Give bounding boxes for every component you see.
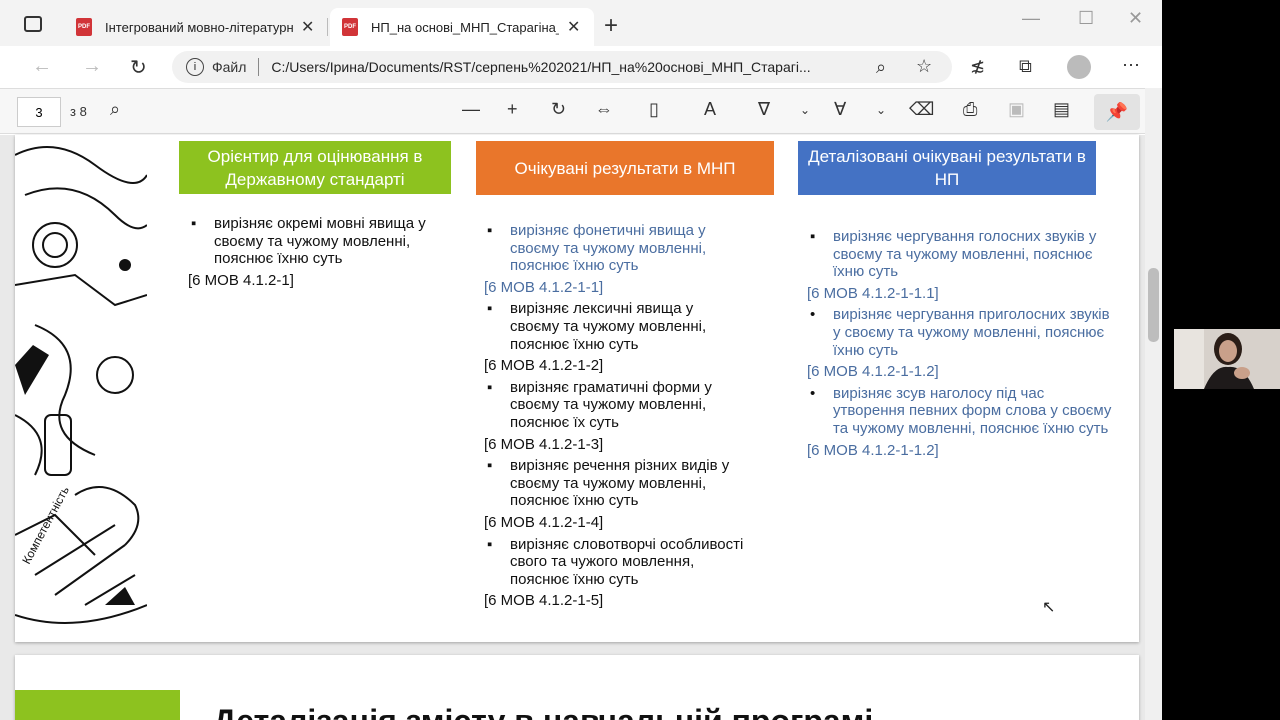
minimize-icon[interactable]: — [1022,8,1040,29]
bullet-icon: ▪ [487,378,493,396]
list-item: • вирізняє чергування приголосних звуків … [810,306,1110,359]
code-label: [6 МОВ 4.1.2-1-1] [484,278,604,296]
zoom-in-icon[interactable]: + [507,99,518,120]
search-icon[interactable]: ⌕ [110,99,120,120]
bullet-icon: ▪ [810,228,816,245]
url-text[interactable]: C:/Users/Ірина/Documents/RST/серпень%202… [271,59,861,75]
draw-icon[interactable]: ∇ [758,99,770,120]
close-icon[interactable]: ✕ [567,17,580,37]
back-icon[interactable]: ← [32,55,52,78]
code-label: [6 МОВ 4.1.2-1-1.1] [807,284,939,302]
address-bar: ← → ↻ i Файл C:/Users/Ірина/Documents/RS… [0,46,1162,88]
bullet-icon: • [810,306,816,324]
erase-icon[interactable]: ⌫ [909,99,934,120]
webcam-overlay [1174,329,1280,389]
list-item: ▪ вирізняє словотворчі особливості свого … [487,535,744,588]
list-item: ▪ вирізняє окремі мовні явища у своєму та… [191,215,426,268]
page2-title: Деталізація змісту в навчальній програмі [213,703,873,720]
save-icon[interactable]: ▣ [1008,99,1025,120]
bullet-icon: ▪ [487,222,493,239]
doodle-illustration: Компетентність [15,135,147,642]
bullet-icon: • [810,384,816,402]
maximize-icon[interactable]: ☐ [1078,8,1094,29]
webcam-image [1174,329,1280,389]
code-label: [6 МОВ 4.1.2-1-5] [484,592,604,610]
chevron-down-icon[interactable]: ⌄ [876,103,886,117]
header-standard: Орієнтир для оцінювання в Державному ста… [179,141,451,194]
favorites-icon[interactable]: ≴ [970,56,985,77]
close-icon[interactable]: ✕ [301,17,314,37]
header-np: Деталізовані очікувані результати в НП [798,141,1096,195]
chevron-down-icon[interactable]: ⌄ [800,103,810,117]
zoom-icon[interactable]: ⌕ [876,57,886,78]
save-as-icon[interactable]: ▤ [1053,99,1070,120]
info-icon[interactable]: i [186,58,204,76]
header-mnp: Очікувані результати в МНП [476,141,774,195]
code-label: [6 МОВ 4.1.2-1] [188,271,294,289]
scrollbar-thumb[interactable] [1148,268,1159,342]
tab-actions-icon[interactable] [24,16,42,32]
code-label: [6 МОВ 4.1.2-1-1.2] [807,363,939,381]
highlight-icon[interactable]: ∀ [834,99,846,120]
forward-icon[interactable]: → [82,55,102,78]
browser-window: PDF Інтегрований мовно-літературн… ✕ PDF… [0,0,1162,720]
column-mnp: ▪ вирізняє фонетичні явища у своєму та чу… [484,222,744,614]
tab-title: НП_на основі_МНП_Старагіна_… [371,19,559,35]
page-number-input[interactable]: 3 [17,97,61,127]
tab-bar: PDF Інтегрований мовно-літературн… ✕ PDF… [0,0,1162,46]
document-area: Компетентність Орієнтир для оцінювання в… [0,135,1162,720]
pdf-icon: PDF [342,18,358,36]
list-item: ▪ вирізняє граматичні форми у своєму та ч… [487,378,712,431]
list-item: ▪ вирізняє фонетичні явища у своєму та чу… [487,222,707,275]
code-label: [6 МОВ 4.1.2-1-1.2] [807,441,939,459]
avatar[interactable] [1067,55,1091,79]
pdf-icon: PDF [76,18,92,36]
page-view-icon[interactable]: ▯ [649,99,659,120]
bullet-icon: ▪ [191,215,197,232]
list-item: ▪ вирізняє лексичні явища у своєму та чуж… [487,300,707,353]
list-item: ▪ вирізняє речення різних видів у своєму … [487,457,730,510]
code-label: [6 МОВ 4.1.2-1-2] [484,357,604,375]
print-icon[interactable]: ⎙ [963,99,977,120]
file-label: Файл [212,59,247,75]
column-standard: ▪ вирізняє окремі мовні явища у своєму та… [188,215,458,293]
pdf-page-next: Деталізація змісту в навчальній програмі [15,655,1139,720]
tab-separator [327,18,328,36]
tab-title: Інтегрований мовно-літературн… [105,19,293,35]
bullet-icon: ▪ [487,457,493,475]
pdf-toolbar: 3 з 8 ⌕ — + ↻ ⇔ ▯ A ∇ ⌄ ∀ ⌄ ⌫ ⎙ ▣ ▤ 📌 [0,88,1162,134]
pdf-page: Компетентність Орієнтир для оцінювання в… [15,135,1139,642]
more-icon[interactable]: ⋯ [1122,55,1140,76]
collections-icon[interactable]: ⧉ [1019,56,1032,77]
column-np: ▪ вирізняє чергування голосних звуків у с… [807,228,1117,463]
rotate-icon[interactable]: ↻ [551,99,566,120]
mouse-cursor-icon: ↖ [1042,599,1056,616]
scrollbar[interactable] [1145,88,1162,720]
tab-2[interactable]: PDF НП_на основі_МНП_Старагіна_… ✕ [330,8,594,46]
green-bar [15,690,180,720]
omnibox[interactable]: i Файл C:/Users/Ірина/Documents/RST/серп… [172,51,952,83]
favorite-add-icon[interactable]: ☆ [916,56,932,77]
new-tab-button[interactable]: + [604,12,618,40]
page-total: з 8 [70,104,87,119]
read-aloud-icon[interactable]: A [704,99,716,120]
list-item: • вирізняє зсув наголосу під час утворенн… [810,384,1112,437]
refresh-icon[interactable]: ↻ [130,55,147,80]
list-item: ▪ вирізняє чергування голосних звуків у с… [810,228,1097,281]
divider [258,58,260,76]
code-label: [6 МОВ 4.1.2-1-3] [484,435,604,453]
bullet-icon: ▪ [487,300,493,318]
fit-width-icon[interactable]: ⇔ [595,99,613,120]
code-label: [6 МОВ 4.1.2-1-4] [484,513,604,531]
zoom-out-icon[interactable]: — [462,99,480,120]
pin-icon[interactable]: 📌 [1094,94,1140,130]
tab-1[interactable]: PDF Інтегрований мовно-літературн… ✕ [64,8,326,46]
bullet-icon: ▪ [487,535,493,553]
close-window-icon[interactable]: ✕ [1128,8,1143,29]
